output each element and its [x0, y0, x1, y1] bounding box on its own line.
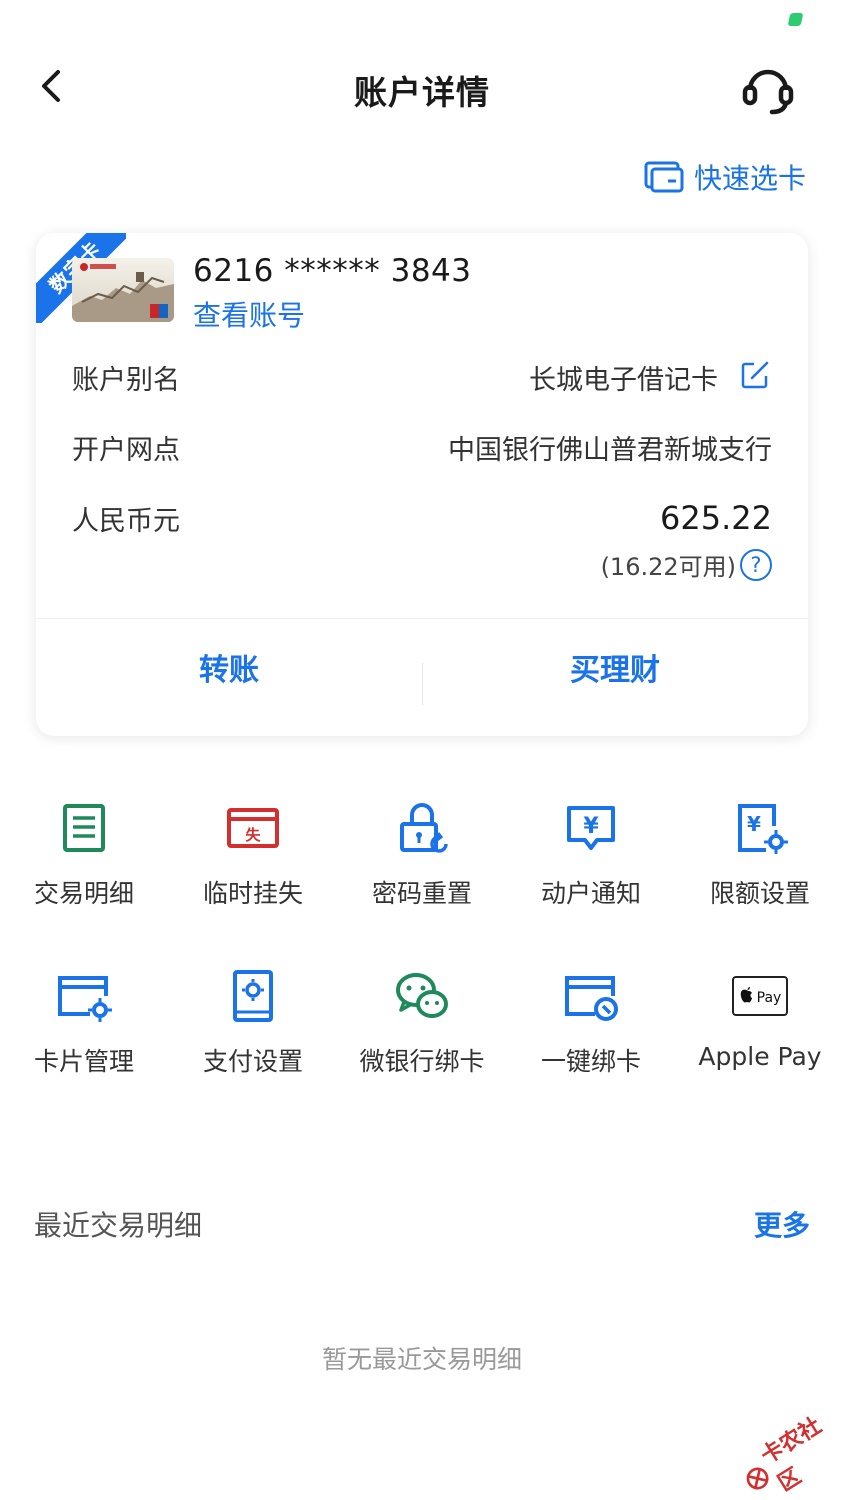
- service-grid-row-1: 交易明细 失 临时挂失 密码重置 ¥ 动户通知 ¥ 限额设置: [0, 800, 844, 920]
- service-label: Apple Pay: [698, 1042, 822, 1071]
- service-payment-settings[interactable]: 支付设置: [169, 968, 337, 1078]
- customer-service-headset-icon[interactable]: [738, 60, 798, 116]
- service-label: 限额设置: [709, 879, 810, 908]
- available-balance: (16.22可用) ?: [601, 547, 772, 582]
- service-limit-settings[interactable]: ¥ 限额设置: [676, 800, 844, 910]
- service-card-management[interactable]: 卡片管理: [0, 968, 168, 1078]
- card-number: 6216 ****** 3843: [193, 253, 472, 289]
- available-amount: (16.22可用): [600, 553, 736, 581]
- svg-text:¥: ¥: [747, 812, 761, 836]
- apple-pay-icon: Pay: [732, 976, 788, 1016]
- card-manage-icon: [58, 976, 112, 1022]
- branch-label: 开户网点: [72, 435, 180, 466]
- yuan-notify-icon: ¥: [567, 806, 615, 850]
- edit-icon[interactable]: [740, 360, 770, 390]
- one-click-bind-icon: [565, 976, 618, 1021]
- recent-transactions-title: 最近交易明细: [34, 1209, 203, 1242]
- service-label: 支付设置: [202, 1047, 303, 1076]
- branch-value: 中国银行佛山普君新城支行: [448, 435, 772, 466]
- wechat-bind-icon: [396, 973, 448, 1018]
- more-link[interactable]: 更多: [754, 1204, 810, 1244]
- help-question-icon[interactable]: ?: [740, 548, 772, 581]
- alias-value: 长城电子借记卡: [529, 365, 718, 396]
- page-title: 账户详情: [354, 73, 490, 112]
- service-transaction-details[interactable]: 交易明细: [0, 800, 168, 910]
- service-password-reset[interactable]: 密码重置: [338, 800, 506, 910]
- service-label: 临时挂失: [202, 879, 303, 908]
- limit-settings-icon: ¥: [738, 804, 788, 854]
- balance-amount: 625.22: [660, 499, 772, 537]
- service-one-click-bind[interactable]: 一键绑卡: [507, 968, 675, 1078]
- service-label: 一键绑卡: [540, 1047, 641, 1076]
- service-account-notification[interactable]: ¥ 动户通知: [507, 800, 675, 910]
- svg-text:¥: ¥: [583, 814, 599, 839]
- recent-transactions-header: 最近交易明细 更多: [34, 1204, 810, 1244]
- empty-state-text: 暂无最近交易明细: [321, 1345, 522, 1374]
- top-nav-bar: 账户详情: [0, 50, 844, 122]
- currency-label: 人民币元: [72, 506, 180, 537]
- service-temporary-loss[interactable]: 失 临时挂失: [169, 800, 337, 910]
- watermark: 卡农社区: [731, 1402, 844, 1500]
- lock-reset-icon: [400, 803, 448, 853]
- service-label: 卡片管理: [33, 1047, 134, 1076]
- service-grid-row-2: 卡片管理 支付设置 微银行绑卡 一键绑卡 Pay Apple Pay: [0, 968, 844, 1088]
- account-card: 数字卡 6216 ****** 3843 查看账号 账户别名 长城电子借记卡 开…: [36, 233, 808, 736]
- service-apple-pay[interactable]: Pay Apple Pay: [676, 968, 844, 1071]
- action-separator: [422, 663, 423, 705]
- card-action-bar: 转账 买理财: [36, 619, 808, 736]
- quick-select-label: 快速选卡: [693, 162, 806, 195]
- svg-text:失: 失: [245, 826, 261, 844]
- alias-label: 账户别名: [72, 365, 180, 396]
- view-account-link[interactable]: 查看账号: [193, 294, 305, 334]
- pay-settings-icon: [233, 970, 273, 1022]
- transfer-button[interactable]: 转账: [36, 619, 422, 736]
- card-switch-icon: [644, 161, 684, 193]
- buy-finance-button[interactable]: 买理财: [422, 619, 808, 736]
- quick-select-card-button[interactable]: 快速选卡: [644, 157, 806, 197]
- service-label: 交易明细: [33, 879, 134, 908]
- service-label: 微银行绑卡: [359, 1047, 485, 1076]
- great-wall-card-image: [72, 258, 174, 322]
- service-wechat-bind[interactable]: 微银行绑卡: [338, 968, 506, 1078]
- card-lost-icon: 失: [227, 808, 279, 848]
- list-doc-icon: [63, 804, 105, 852]
- status-indicator: [787, 13, 804, 26]
- service-label: 动户通知: [540, 879, 641, 908]
- svg-text:Pay: Pay: [757, 990, 782, 1006]
- service-label: 密码重置: [371, 879, 472, 908]
